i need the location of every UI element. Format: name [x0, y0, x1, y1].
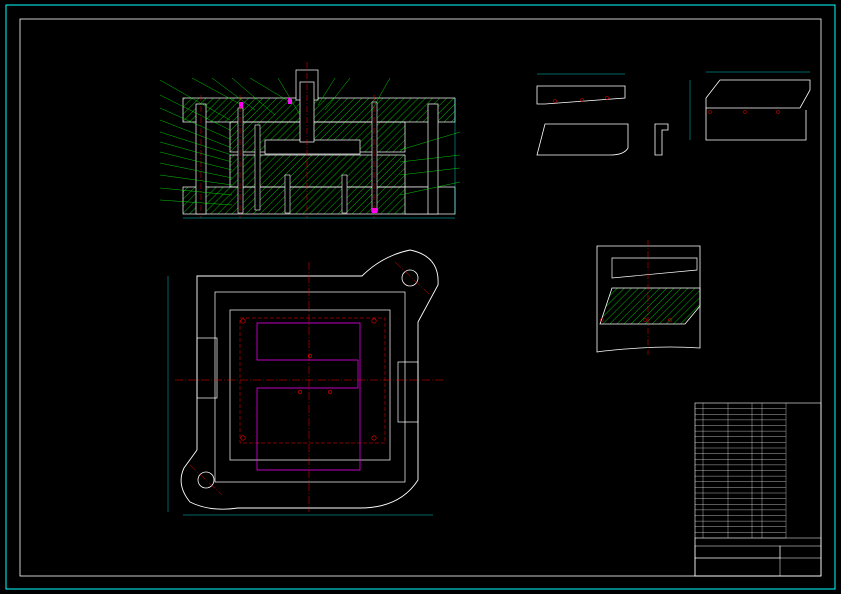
part-view-strip: [536, 73, 669, 156]
cad-drawing-sheet: [5, 4, 836, 590]
title-block-cell: [694, 557, 781, 577]
title-block-cell: [779, 545, 822, 559]
die-section-view: [159, 62, 461, 219]
title-block: [694, 402, 822, 577]
title-block-cell: [694, 537, 822, 577]
part-view-bracket: [689, 71, 811, 141]
part-view-section: [596, 240, 701, 355]
die-plan-view: [167, 249, 445, 516]
title-block-cell: [694, 545, 781, 559]
